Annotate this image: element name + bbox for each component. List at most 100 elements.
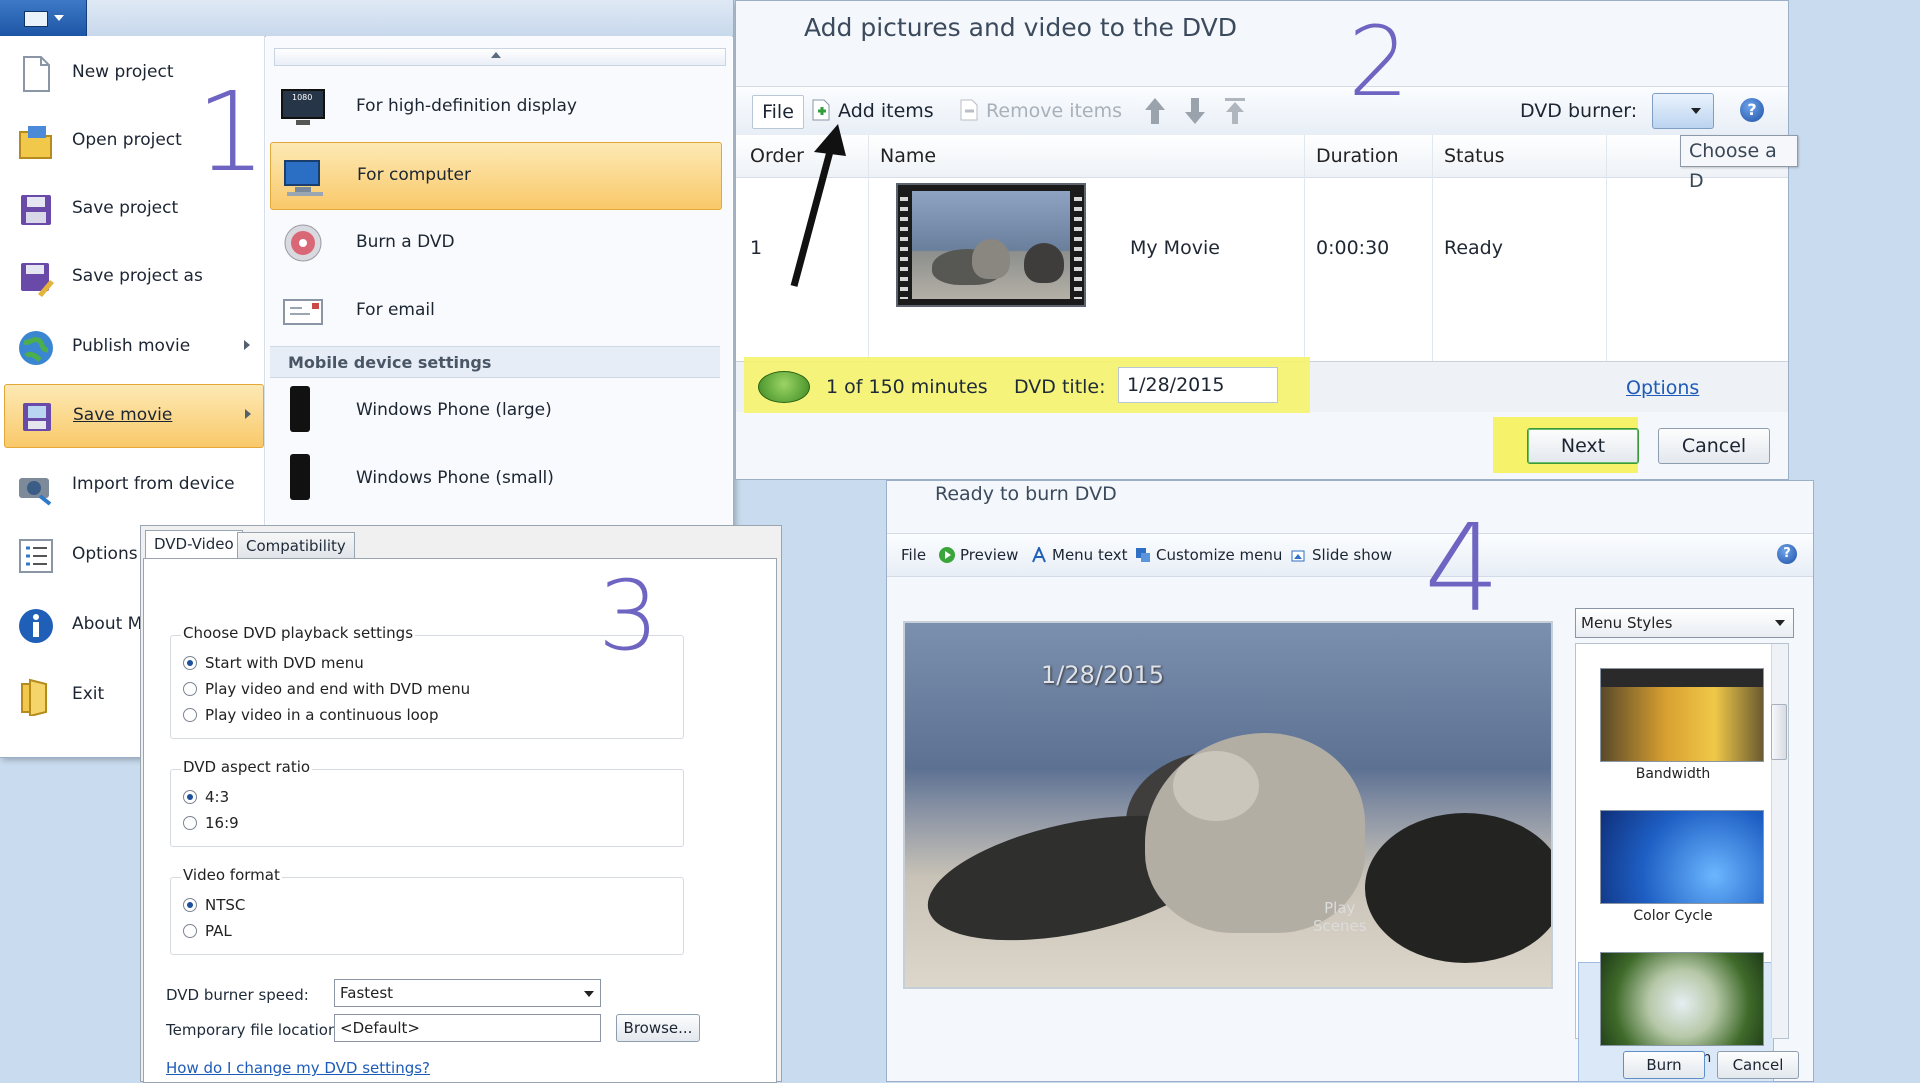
help-icon[interactable]: ? — [1777, 544, 1797, 564]
cancel-button[interactable]: Cancel — [1717, 1051, 1799, 1079]
submenu-item-label: For email — [356, 300, 435, 320]
step-number-4: 4 — [1424, 500, 1501, 639]
options-link[interactable]: Options — [1626, 377, 1699, 399]
capacity-pie-icon — [758, 371, 810, 403]
dvd-menu-preview[interactable]: 1/28/2015 Play Scenes — [903, 621, 1553, 989]
submenu-section-header: Mobile device settings — [270, 346, 720, 378]
radio-pal[interactable]: PAL — [183, 922, 232, 940]
dvd-settings-help-link[interactable]: How do I change my DVD settings? — [166, 1059, 430, 1077]
burn-button[interactable]: Burn — [1623, 1051, 1705, 1079]
menu-styles-list: Bandwidth Color Cycle Full Screen — [1575, 643, 1789, 1082]
customize-menu-label: Customize menu — [1156, 546, 1283, 564]
section-header-label: Mobile device settings — [288, 353, 492, 372]
menu-item-save-movie[interactable]: Save movie — [4, 384, 264, 448]
radio-aspect-16-9[interactable]: 16:9 — [183, 814, 239, 832]
move-to-top-icon[interactable] — [1222, 96, 1248, 126]
preview-scenes-label[interactable]: Scenes — [1313, 917, 1367, 935]
menu-item-label: Save project as — [72, 266, 203, 286]
move-down-icon[interactable] — [1182, 96, 1208, 126]
app-menu-button[interactable] — [0, 0, 87, 36]
menu-item-label: Open project — [72, 130, 182, 150]
radio-label: Play video and end with DVD menu — [205, 680, 471, 698]
submenu-item-label: For high-definition display — [356, 96, 577, 116]
preview-label: Preview — [960, 546, 1019, 564]
group-title: Video format — [181, 866, 282, 884]
column-duration[interactable]: Duration — [1316, 145, 1399, 167]
submenu-item-email[interactable]: For email — [270, 278, 720, 344]
help-icon[interactable]: ? — [1740, 98, 1764, 122]
dvd-options-dialog: DVD-Video Compatibility Choose DVD playb… — [140, 525, 782, 1083]
submenu-item-label: Burn a DVD — [356, 232, 455, 252]
dvd-video-tab-panel: Choose DVD playback settings Start with … — [143, 558, 777, 1083]
capacity-text: 1 of 150 minutes — [826, 376, 988, 398]
menu-item-label: New project — [72, 62, 174, 82]
submenu-scroll-up[interactable] — [274, 48, 726, 66]
globe-icon — [19, 331, 53, 365]
dvd-burner-tooltip: Choose a D — [1680, 135, 1798, 192]
file-menu-button[interactable]: File — [901, 546, 926, 564]
remove-items-button[interactable]: Remove items — [958, 95, 1122, 127]
customize-menu-button[interactable]: Customize menu — [1135, 546, 1282, 564]
save-movie-icon — [23, 403, 51, 431]
dvd-title-input[interactable]: 1/28/2015 — [1118, 367, 1278, 403]
menu-item-label: Save project — [72, 198, 179, 218]
slideshow-icon — [1291, 550, 1305, 562]
row-status: Ready — [1444, 237, 1503, 259]
menu-styles-value: Menu Styles — [1581, 614, 1673, 632]
radio-label: Start with DVD menu — [205, 654, 364, 672]
radio-aspect-4-3[interactable]: 4:3 — [183, 788, 229, 806]
radio-ntsc[interactable]: NTSC — [183, 896, 245, 914]
next-button[interactable]: Next — [1527, 428, 1639, 464]
remove-items-label: Remove items — [986, 100, 1123, 122]
annotation-arrow — [790, 124, 846, 287]
style-label: Bandwidth — [1635, 766, 1711, 782]
customize-icon — [1136, 548, 1150, 562]
floppy-disk-icon — [21, 195, 51, 225]
new-project-icon — [23, 56, 50, 92]
radio-play-end-with-menu[interactable]: Play video and end with DVD menu — [183, 680, 470, 698]
slide-show-button[interactable]: Slide show — [1291, 546, 1392, 564]
radio-label: NTSC — [205, 896, 246, 914]
text-a-icon — [1032, 547, 1046, 563]
info-icon — [19, 609, 53, 643]
tab-dvd-video[interactable]: DVD-Video — [145, 530, 243, 559]
preview-play-label[interactable]: Play — [1313, 899, 1367, 917]
temp-location-input[interactable]: <Default> — [334, 1014, 601, 1042]
chevron-right-icon — [245, 409, 251, 419]
menu-item-import-from-device[interactable]: Import from device — [4, 454, 262, 516]
submenu-item-burn-dvd[interactable]: Burn a DVD — [270, 210, 720, 276]
menu-item-label: Publish movie — [72, 336, 191, 356]
radio-start-with-menu[interactable]: Start with DVD menu — [183, 654, 364, 672]
dvd-title-label: DVD title: — [1014, 376, 1106, 398]
move-up-icon[interactable] — [1142, 96, 1168, 126]
group-title: DVD aspect ratio — [181, 758, 313, 776]
menu-styles-dropdown[interactable]: Menu Styles — [1575, 608, 1794, 638]
chevron-down-icon — [54, 15, 64, 21]
row-duration: 0:00:30 — [1316, 237, 1390, 259]
dvd-burner-dropdown[interactable] — [1652, 93, 1714, 129]
style-label: Color Cycle — [1633, 908, 1713, 924]
column-status[interactable]: Status — [1444, 145, 1505, 167]
submenu-item-for-computer[interactable]: For computer — [270, 142, 722, 210]
submenu-item-hd-display[interactable]: 1080 For high-definition display — [270, 74, 720, 140]
submenu-item-windows-phone-small[interactable]: Windows Phone (small) — [270, 446, 720, 512]
cancel-button[interactable]: Cancel — [1658, 428, 1770, 464]
preview-menu-items: Play Scenes — [1313, 899, 1367, 935]
menu-item-publish-movie[interactable]: Publish movie — [4, 316, 262, 378]
burner-speed-value: Fastest — [340, 984, 394, 1002]
video-thumbnail[interactable] — [896, 183, 1086, 307]
radio-label: Play video in a continuous loop — [205, 706, 439, 724]
styles-scrollbar-thumb[interactable] — [1771, 704, 1787, 760]
submenu-item-windows-phone-large[interactable]: Windows Phone (large) — [270, 378, 720, 444]
tab-compatibility[interactable]: Compatibility — [237, 532, 355, 559]
menu-item-save-project-as[interactable]: Save project as — [4, 246, 262, 308]
chevron-down-icon — [1691, 108, 1701, 114]
column-name[interactable]: Name — [880, 145, 936, 167]
menu-text-label: Menu text — [1052, 546, 1128, 564]
radio-continuous-loop[interactable]: Play video in a continuous loop — [183, 706, 439, 724]
menu-item-label: Options — [72, 544, 138, 564]
burner-speed-select[interactable]: Fastest — [334, 979, 601, 1007]
menu-text-button[interactable]: Menu text — [1031, 546, 1128, 564]
browse-button[interactable]: Browse... — [616, 1014, 700, 1042]
preview-button[interactable]: Preview — [939, 546, 1018, 564]
